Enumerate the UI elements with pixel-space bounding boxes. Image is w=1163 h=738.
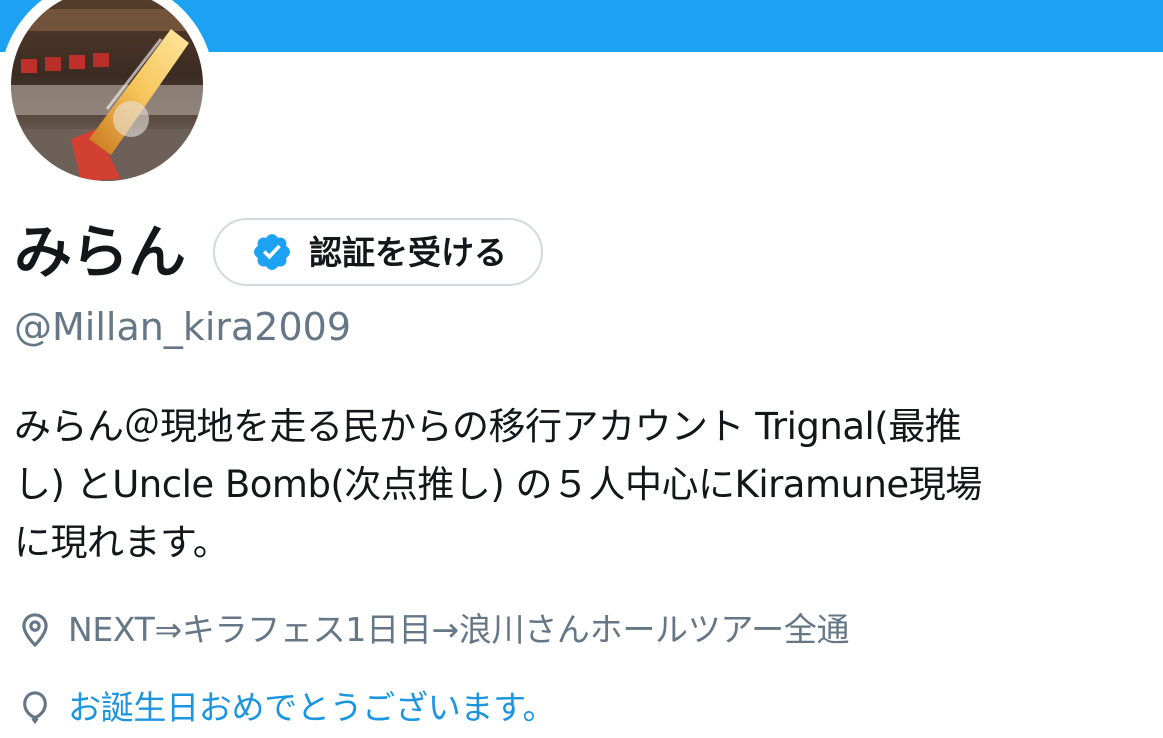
balloon-icon	[23, 691, 47, 725]
location-pin-icon	[22, 613, 48, 648]
bio-line: みらん＠現地を走る民からの移行アカウント Trignal(最推	[14, 405, 962, 448]
profile-bio: みらん＠現地を走る民からの移行アカウント Trignal(最推 し) とUncl…	[14, 398, 1154, 572]
bio-line: に現れます。	[14, 521, 230, 564]
bio-line: し) とUncle Bomb(次点推し) の５人中心にKiramune現場	[14, 463, 982, 506]
verified-badge-icon	[254, 234, 290, 270]
get-verified-button[interactable]: 認証を受ける	[213, 218, 544, 286]
name-row: みらん 認証を受ける	[14, 214, 544, 290]
profile-location: NEXT⇒キラフェス1日目→浪川さんホールツアー全通	[16, 606, 850, 654]
profile-page: みらん 認証を受ける @Millan_kira2009 みらん＠現地を走る民から…	[0, 0, 1163, 738]
display-name: みらん	[14, 218, 186, 286]
get-verified-label: 認証を受ける	[309, 232, 508, 272]
location-text: NEXT⇒キラフェス1日目→浪川さんホールツアー全通	[68, 610, 850, 649]
username-handle: @Millan_kira2009	[14, 305, 352, 349]
birthday-link[interactable]: お誕生日おめでとうございます。	[68, 684, 556, 732]
profile-birthday: お誕生日おめでとうございます。	[16, 684, 556, 732]
